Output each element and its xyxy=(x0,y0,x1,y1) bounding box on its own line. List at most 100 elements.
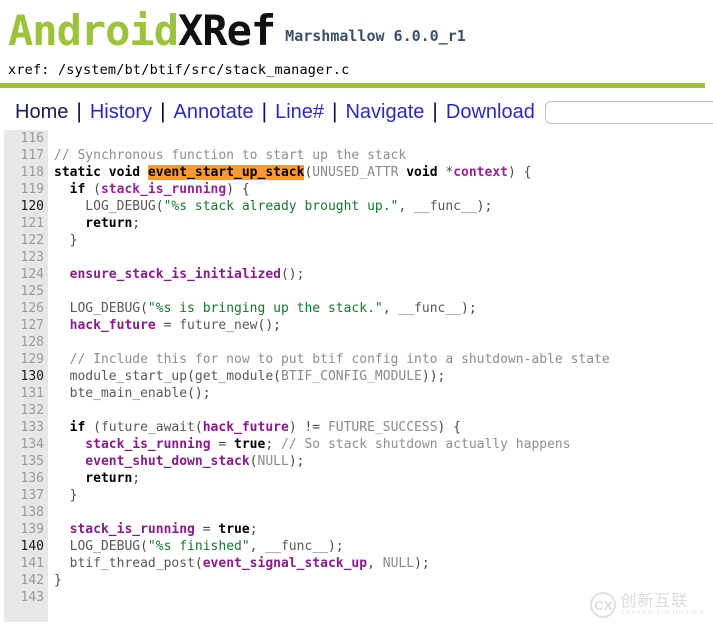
nav-link-annotate[interactable]: Annotate xyxy=(171,101,257,124)
line-number[interactable]: 129 xyxy=(4,351,48,368)
line-number[interactable]: 120 xyxy=(4,198,48,215)
code-line: 134 stack_is_running = true; // So stack… xyxy=(0,436,713,453)
code-token: ); xyxy=(288,454,305,469)
code-token[interactable]: context xyxy=(453,165,508,180)
line-number[interactable]: 119 xyxy=(4,181,48,198)
highlighted-symbol[interactable]: event_start_up_stack xyxy=(147,165,305,180)
line-number[interactable]: 138 xyxy=(4,504,48,521)
source-code-view: 116 117 // Synchronous function to start u… xyxy=(0,130,713,622)
code-token[interactable]: ensure_stack_is_initialized xyxy=(54,267,281,282)
code-token: LOG_DEBUG xyxy=(54,301,141,316)
search-input[interactable] xyxy=(544,100,713,124)
code-line-text: ensure_stack_is_initialized(); xyxy=(48,266,305,283)
code-line-text: LOG_DEBUG("%s finished", __func__); xyxy=(48,538,344,555)
line-number[interactable]: 124 xyxy=(4,266,48,283)
code-line: 131 bte_main_enable(); xyxy=(0,385,713,402)
code-token: // So stack shutdown actually happens xyxy=(281,437,571,452)
code-line-text: // Include this for now to put btif conf… xyxy=(48,351,610,368)
code-line-text: event_shut_down_stack(NULL); xyxy=(48,453,304,470)
line-number[interactable]: 128 xyxy=(4,334,48,351)
nav-link-home[interactable]: Home xyxy=(12,101,71,124)
nav-separator: | xyxy=(76,100,82,123)
code-token: future_await xyxy=(100,420,195,435)
code-token[interactable]: stack_is_running xyxy=(101,182,226,197)
line-number[interactable]: 116 xyxy=(4,130,48,147)
breadcrumb-text[interactable]: xref: /system/bt/btif/src/stack_manager.… xyxy=(8,62,349,78)
nav-link-download[interactable]: Download xyxy=(443,101,538,124)
breadcrumb: xref: /system/bt/btif/src/stack_manager.… xyxy=(0,58,713,83)
line-number[interactable]: 143 xyxy=(4,589,48,606)
line-number[interactable]: 118 xyxy=(4,164,48,181)
line-number[interactable]: 140 xyxy=(4,538,48,555)
code-token[interactable]: event_signal_stack_up xyxy=(203,556,367,571)
code-token: ; xyxy=(132,471,141,486)
line-number[interactable]: 136 xyxy=(4,470,48,487)
line-number[interactable]: 135 xyxy=(4,453,48,470)
nav-link-history[interactable]: History xyxy=(87,101,155,124)
code-token: } xyxy=(54,488,78,503)
nav-link-line-number[interactable]: Line# xyxy=(272,101,327,124)
line-number[interactable]: 127 xyxy=(4,317,48,334)
code-token: ( xyxy=(140,539,148,554)
line-number[interactable]: 121 xyxy=(4,215,48,232)
code-token: NULL xyxy=(257,454,289,469)
code-token: "%s finished" xyxy=(147,539,250,554)
line-number[interactable]: 142 xyxy=(4,572,48,589)
code-token: (); xyxy=(280,267,305,282)
code-line-text: static void event_start_up_stack(UNUSED_… xyxy=(48,164,531,181)
code-line-text: return; xyxy=(48,215,140,232)
line-number[interactable]: 122 xyxy=(4,232,48,249)
code-token: return xyxy=(54,471,133,486)
code-token: ; xyxy=(132,216,141,231)
code-token[interactable]: hack_future xyxy=(203,420,289,435)
line-number[interactable]: 139 xyxy=(4,521,48,538)
code-token: ( xyxy=(249,454,258,469)
line-number[interactable]: 134 xyxy=(4,436,48,453)
code-line-text: module_start_up(get_module(BTIF_CONFIG_M… xyxy=(48,368,446,385)
code-token: ( xyxy=(273,369,281,384)
line-number[interactable]: 117 xyxy=(4,147,48,164)
line-number[interactable]: 141 xyxy=(4,555,48,572)
line-number[interactable]: 125 xyxy=(4,283,48,300)
logo-android-text: Android xyxy=(8,6,179,55)
code-token: ( xyxy=(93,420,101,435)
code-token: LOG_DEBUG xyxy=(54,539,141,554)
code-token: = xyxy=(194,522,219,537)
code-line: 136 return; xyxy=(0,470,713,487)
line-number[interactable]: 132 xyxy=(4,402,48,419)
code-token[interactable]: event_shut_down_stack xyxy=(54,454,249,469)
line-number[interactable]: 123 xyxy=(4,249,48,266)
code-line: 140 LOG_DEBUG("%s finished", __func__); xyxy=(0,538,713,555)
code-token: , xyxy=(367,556,383,571)
line-number[interactable]: 131 xyxy=(4,385,48,402)
code-token: if xyxy=(54,182,94,197)
line-number[interactable]: 126 xyxy=(4,300,48,317)
code-token: = xyxy=(155,318,180,333)
code-token: static void xyxy=(54,165,148,180)
code-token: , xyxy=(382,301,399,316)
code-line: 127 hack_future = future_new(); xyxy=(0,317,713,334)
nav-separator: | xyxy=(332,100,338,123)
code-token: ); xyxy=(476,199,493,214)
code-token: ( xyxy=(194,420,203,435)
line-number[interactable]: 133 xyxy=(4,419,48,436)
code-token: get_module xyxy=(194,369,274,384)
nav-separator: | xyxy=(160,100,166,123)
code-line-text: if (future_await(hack_future) != FUTURE_… xyxy=(48,419,461,436)
code-token[interactable]: stack_is_running xyxy=(54,437,210,452)
code-token: future_new xyxy=(179,318,258,333)
code-token: // Include this for now to put btif conf… xyxy=(54,352,610,367)
code-token: bte_main_enable xyxy=(54,386,188,401)
code-line: 130 module_start_up(get_module(BTIF_CONF… xyxy=(0,368,713,385)
code-token: FUTURE_SUCCESS xyxy=(327,420,438,435)
nav-link-navigate[interactable]: Navigate xyxy=(342,101,427,124)
code-line-text: btif_thread_post(event_signal_stack_up, … xyxy=(48,555,430,572)
code-token[interactable]: stack_is_running xyxy=(54,522,195,537)
code-line: 137 } xyxy=(0,487,713,504)
code-token[interactable]: hack_future xyxy=(54,318,156,333)
line-number[interactable]: 137 xyxy=(4,487,48,504)
code-line: 138 xyxy=(0,504,713,521)
code-token: // Synchronous function to start up the … xyxy=(54,148,407,163)
code-token: "%s is bringing up the stack." xyxy=(147,301,383,316)
line-number[interactable]: 130 xyxy=(4,368,48,385)
